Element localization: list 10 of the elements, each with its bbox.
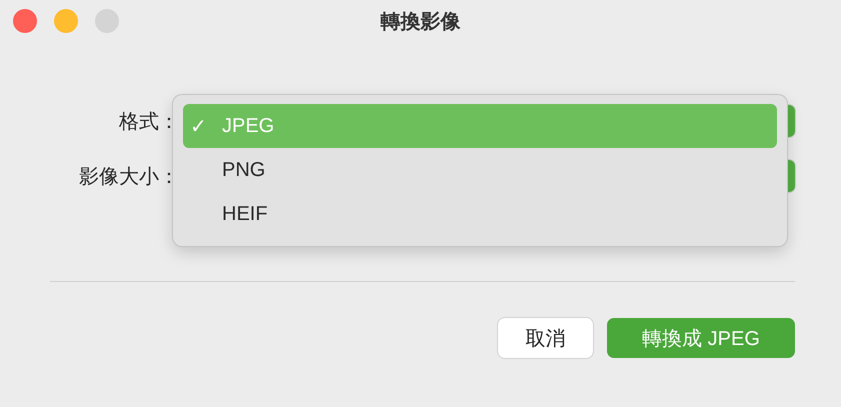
minimize-icon[interactable]	[54, 9, 78, 33]
zoom-icon[interactable]	[95, 9, 119, 33]
window-title: 轉換影像	[380, 10, 460, 34]
field-label: 影像大小：	[78, 164, 180, 190]
field-label: 格式：	[118, 110, 180, 134]
cancel-button[interactable]: 取消	[498, 318, 593, 358]
menu-item[interactable]: HEIF	[183, 192, 777, 236]
checkmark: ✓	[190, 114, 208, 138]
close-icon[interactable]	[13, 9, 37, 33]
menu-item[interactable]: PNG	[183, 148, 777, 192]
